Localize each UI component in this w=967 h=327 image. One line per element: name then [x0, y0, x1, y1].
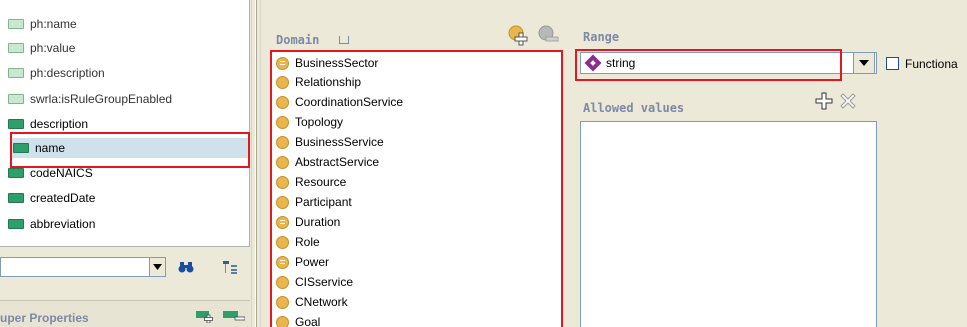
domain-class-label: Participant [295, 195, 352, 209]
class-icon [276, 175, 289, 189]
class-icon [276, 295, 289, 309]
class-icon [276, 195, 289, 209]
domain-class-item[interactable]: Power [276, 252, 329, 272]
property-item-label: ph:description [30, 66, 105, 80]
panel-splitter[interactable] [251, 0, 261, 327]
class-icon [276, 235, 289, 249]
class-icon [276, 315, 289, 327]
property-item[interactable]: description [0, 114, 249, 134]
remove-value-icon[interactable] [840, 93, 856, 109]
super-properties-label: uper Properties [0, 311, 89, 325]
property-item-label: swrla:isRuleGroupEnabled [30, 92, 173, 106]
class-icon [276, 155, 289, 169]
domain-class-label: Topology [295, 115, 344, 129]
functional-label: Functiona [905, 57, 958, 71]
property-panel: ph:name ph:value ph:description swrla:is… [0, 0, 250, 327]
property-tree: ph:name ph:value ph:description swrla:is… [0, 0, 250, 247]
hierarchy-icon[interactable] [222, 259, 238, 275]
annotation-property-icon [8, 68, 24, 78]
domain-class-label: Resource [295, 175, 347, 189]
domain-class-label: Goal [295, 315, 321, 327]
domain-label: Domain [276, 33, 320, 47]
datatype-property-icon [8, 168, 24, 178]
chevron-down-icon[interactable] [150, 257, 166, 277]
domain-class-item[interactable]: AbstractService [276, 152, 379, 172]
property-item-label: ph:name [30, 17, 77, 31]
property-item[interactable]: ph:description [0, 63, 249, 83]
domain-class-item[interactable]: Relationship [276, 72, 361, 92]
domain-class-label: BusinessSector [295, 56, 379, 70]
class-icon [276, 75, 289, 89]
domain-class-label: Power [295, 255, 330, 269]
property-item-label: codeNAICS [30, 166, 93, 180]
domain-class-label: Role [295, 235, 320, 249]
super-properties-header: uper Properties [0, 300, 250, 327]
class-icon [276, 275, 289, 289]
property-item-label: ph:value [30, 41, 76, 55]
functional-checkbox[interactable] [886, 57, 899, 70]
remove-class-icon[interactable] [537, 24, 559, 46]
datatype-property-icon [8, 219, 24, 229]
sort-icon[interactable] [339, 36, 349, 44]
property-item[interactable]: abbreviation [0, 214, 249, 234]
property-item[interactable]: swrla:isRuleGroupEnabled [0, 89, 249, 109]
binoculars-icon[interactable] [177, 259, 195, 275]
domain-class-item[interactable]: Goal [276, 312, 320, 327]
allowed-values-label: Allowed values [583, 101, 685, 115]
range-label: Range [583, 30, 620, 44]
property-item[interactable]: ph:value [0, 38, 249, 58]
domain-class-item[interactable]: CNetwork [276, 292, 348, 312]
add-class-icon[interactable] [507, 24, 529, 46]
property-item-label: abbreviation [30, 217, 96, 231]
domain-class-label: CNetwork [295, 295, 348, 309]
domain-class-label: AbstractService [295, 155, 380, 169]
defined-class-icon [276, 215, 289, 229]
domain-class-label: CISservice [295, 275, 354, 289]
add-super-property-icon[interactable] [196, 309, 214, 324]
domain-class-item[interactable]: BusinessSector [276, 53, 378, 73]
class-icon [276, 95, 289, 109]
add-value-icon[interactable] [815, 92, 833, 110]
annotation-property-icon [8, 43, 24, 53]
domain-class-item[interactable]: Resource [276, 172, 346, 192]
domain-class-item[interactable]: BusinessService [276, 132, 384, 152]
property-item[interactable]: ph:name [0, 14, 249, 34]
domain-class-list: BusinessSector Relationship Coordination… [270, 50, 563, 327]
annotation-property-icon [8, 94, 24, 104]
annotation-property-icon [8, 19, 24, 29]
datatype-property-icon [8, 119, 24, 129]
domain-class-label: Relationship [295, 75, 362, 89]
domain-class-label: Duration [295, 215, 341, 229]
domain-class-label: CoordinationService [295, 95, 404, 109]
class-icon [276, 135, 289, 149]
defined-class-icon [276, 56, 289, 70]
defined-class-icon [276, 255, 289, 269]
datatype-property-icon [8, 193, 24, 203]
property-filter-input[interactable] [0, 257, 150, 277]
selection-highlight-box [10, 132, 250, 168]
allowed-values-list[interactable] [580, 121, 877, 327]
splitter-grip [255, 0, 257, 327]
domain-class-item[interactable]: CoordinationService [276, 92, 403, 112]
range-highlight-box [575, 49, 842, 81]
remove-super-property-icon[interactable] [223, 309, 246, 323]
domain-class-item[interactable]: Duration [276, 212, 340, 232]
domain-class-label: BusinessService [295, 135, 384, 149]
property-item[interactable]: createdDate [0, 188, 249, 208]
property-item-label: description [30, 117, 89, 131]
property-filter-row [0, 254, 250, 280]
domain-class-item[interactable]: Role [276, 232, 320, 252]
domain-class-item[interactable]: Participant [276, 192, 352, 212]
property-item-label: createdDate [30, 191, 96, 205]
chevron-down-icon[interactable] [853, 52, 875, 74]
domain-class-item[interactable]: CISservice [276, 272, 353, 292]
class-icon [276, 115, 289, 129]
domain-class-item[interactable]: Topology [276, 112, 343, 132]
